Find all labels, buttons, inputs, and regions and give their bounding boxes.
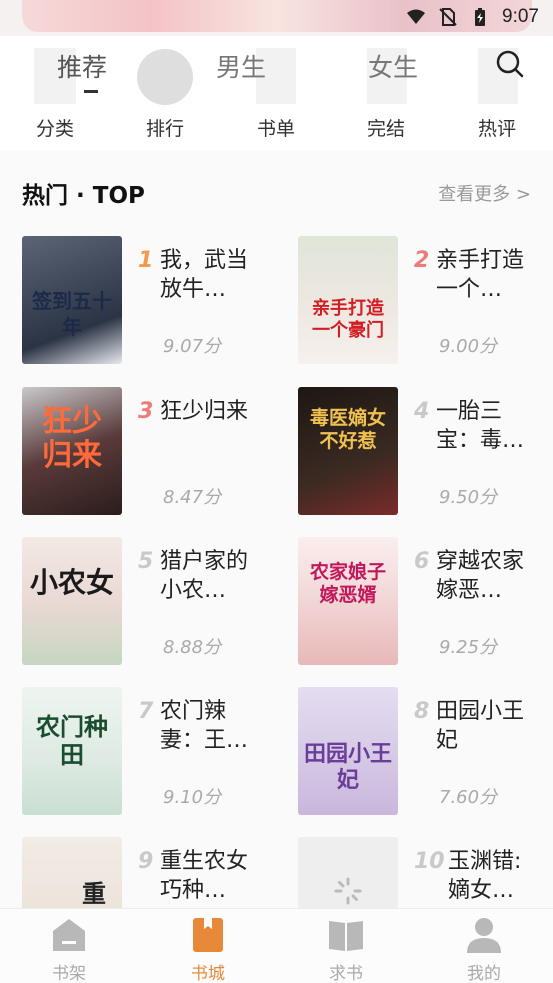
tab-male[interactable]: 男生 xyxy=(216,48,266,84)
cover-title: 农门种田 xyxy=(36,712,108,769)
book-title: 亲手打造一个… xyxy=(436,248,525,302)
book-rank: 10 xyxy=(414,849,445,874)
section-title: 热门 · TOP xyxy=(22,183,145,209)
book-title: 农门辣妻：王… xyxy=(160,699,249,753)
book-title: 一胎三宝：毒… xyxy=(436,399,525,453)
nav-label: 书城 xyxy=(191,964,225,983)
search-icon[interactable] xyxy=(494,48,526,80)
request-book-icon xyxy=(329,921,363,951)
book-score: 7.60分 xyxy=(439,787,498,808)
cover-title: 重 xyxy=(82,879,106,908)
book-title: 猎户家的小农… xyxy=(160,549,249,603)
category-classify[interactable]: 分类 xyxy=(25,114,85,141)
book-rank: 8 xyxy=(414,699,430,724)
book-cover[interactable]: 田园小王妃 xyxy=(298,687,398,815)
book-card[interactable]: 农家娘子嫁恶婿 6 穿越农家嫁恶… 9.25分 xyxy=(298,537,548,667)
book-score: 9.07分 xyxy=(163,336,222,357)
book-cover[interactable]: 狂少归来 xyxy=(22,387,122,515)
book-score: 9.50分 xyxy=(439,487,498,508)
wifi-icon xyxy=(407,9,426,24)
book-score: 9.25分 xyxy=(439,637,498,658)
book-cover[interactable]: 亲手打造一个豪门 xyxy=(298,236,398,364)
nav-bookstore[interactable]: 书城 xyxy=(173,915,243,983)
book-title: 狂少归来 xyxy=(160,399,249,424)
book-cover[interactable]: 毒医嫡女不好惹 xyxy=(298,387,398,515)
book-cover[interactable]: 签到五十年 xyxy=(22,236,122,364)
cover-title: 农家娘子嫁恶婿 xyxy=(309,561,386,606)
bookstore-icon xyxy=(193,918,223,952)
loading-placeholder xyxy=(137,49,193,105)
active-tab-indicator xyxy=(84,90,98,93)
nav-profile[interactable]: 我的 xyxy=(449,915,519,983)
category-hot-reviews[interactable]: 热评 xyxy=(467,114,527,141)
book-rank: 5 xyxy=(138,549,154,574)
see-more-link[interactable]: 查看更多 > xyxy=(438,180,531,206)
category-completed[interactable]: 完结 xyxy=(356,114,416,141)
cover-title: 毒医嫡女不好惹 xyxy=(309,407,386,452)
book-title: 穿越农家嫁恶… xyxy=(436,549,525,603)
profile-icon xyxy=(467,918,501,953)
cover-title: 签到五十年 xyxy=(32,289,112,339)
book-rank: 4 xyxy=(414,399,430,424)
book-card[interactable]: 狂少归来 3 狂少归来 8.47分 xyxy=(22,387,272,517)
nav-bookshelf[interactable]: 书架 xyxy=(34,915,104,983)
category-ranking[interactable]: 排行 xyxy=(135,114,195,141)
cover-title: 亲手打造一个豪门 xyxy=(312,298,384,341)
status-time: 9:07 xyxy=(502,6,539,27)
book-rank: 2 xyxy=(414,248,430,273)
cover-title: 狂少归来 xyxy=(42,404,102,473)
book-card[interactable]: 毒医嫡女不好惹 4 一胎三宝：毒… 9.50分 xyxy=(298,387,548,517)
book-score: 9.00分 xyxy=(439,336,498,357)
book-card[interactable]: 签到五十年 1 我，武当放牛… 9.07分 xyxy=(22,236,272,366)
book-score: 8.88分 xyxy=(163,637,222,658)
book-title: 重生农女巧种… xyxy=(160,849,249,903)
cover-title: 田园小王妃 xyxy=(304,741,393,793)
category-booklist[interactable]: 书单 xyxy=(246,114,306,141)
book-card[interactable]: 田园小王妃 8 田园小王妃 7.60分 xyxy=(298,687,548,817)
book-title: 我，武当放牛… xyxy=(160,248,249,302)
book-rank: 9 xyxy=(138,849,154,874)
book-rank: 3 xyxy=(138,399,154,424)
bottom-navigation: 书架 书城 求书 我的 xyxy=(0,908,553,983)
cover-title: 小农女 xyxy=(29,566,114,599)
nav-label: 求书 xyxy=(329,964,363,983)
book-rank: 6 xyxy=(414,549,430,574)
status-bar: 9:07 xyxy=(406,6,539,28)
book-score: 9.10分 xyxy=(163,787,222,808)
book-rank: 7 xyxy=(138,699,154,724)
book-cover[interactable]: 农门种田 xyxy=(22,687,122,815)
nav-label: 我的 xyxy=(467,964,501,983)
nav-request-book[interactable]: 求书 xyxy=(311,915,381,983)
book-rank: 1 xyxy=(138,248,154,273)
book-cover[interactable]: 农家娘子嫁恶婿 xyxy=(298,537,398,665)
book-card[interactable]: 小农女 5 猎户家的小农… 8.88分 xyxy=(22,537,272,667)
book-title: 玉渊错: 嫡女… xyxy=(448,849,522,903)
book-title: 田园小王妃 xyxy=(436,699,525,753)
tab-recommend[interactable]: 推荐 xyxy=(57,48,107,84)
book-card[interactable]: 亲手打造一个豪门 2 亲手打造一个… 9.00分 xyxy=(298,236,548,366)
battery-charging-icon xyxy=(475,8,486,26)
book-card[interactable]: 农门种田 7 农门辣妻：王… 9.10分 xyxy=(22,687,272,817)
no-sim-icon xyxy=(439,8,457,26)
bookshelf-icon xyxy=(53,919,85,951)
nav-label: 书架 xyxy=(52,964,86,983)
tab-female[interactable]: 女生 xyxy=(368,48,418,84)
book-score: 8.47分 xyxy=(163,487,222,508)
loading-spinner-icon xyxy=(334,877,362,905)
book-cover[interactable]: 小农女 xyxy=(22,537,122,665)
